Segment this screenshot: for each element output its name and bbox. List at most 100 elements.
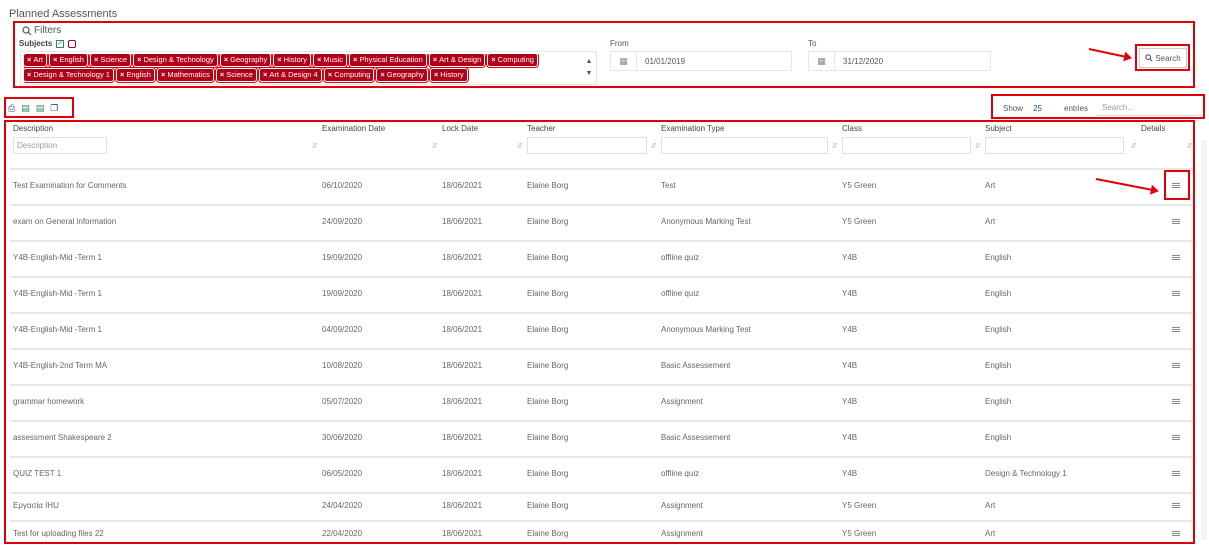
details-menu-icon[interactable] [1172, 399, 1180, 404]
remove-tag-icon[interactable]: × [120, 70, 124, 79]
sort-icon[interactable]: ⇵ [517, 142, 523, 150]
remove-tag-icon[interactable]: × [277, 55, 281, 64]
teacher-filter-input[interactable] [527, 137, 647, 154]
subject-tag[interactable]: × Geography [218, 54, 273, 68]
cell-lock-date: 18/06/2021 [442, 469, 483, 478]
subject-tag[interactable]: × Art [24, 54, 48, 68]
select-all-check-icon[interactable]: ✓ [56, 39, 65, 48]
cell-class: Y4B [842, 253, 858, 262]
subject-tag[interactable]: × English [114, 67, 156, 83]
remove-tag-icon[interactable]: × [27, 55, 31, 64]
examination-type-filter-input[interactable] [661, 137, 828, 154]
details-menu-icon[interactable] [1172, 503, 1180, 508]
col-header-teacher[interactable]: Teacher [527, 124, 555, 133]
from-date-field[interactable]: ▦ 01/01/2019 [610, 51, 792, 71]
sort-icon[interactable]: ⇵ [832, 142, 838, 150]
subject-tag-label: English [126, 70, 151, 79]
remove-tag-icon[interactable]: × [434, 70, 438, 79]
description-filter-input[interactable]: Description [13, 137, 107, 154]
tags-scroll[interactable]: ▲ ▼ [584, 56, 594, 82]
search-button[interactable]: Search [1139, 48, 1187, 68]
calendar-icon[interactable]: ▦ [809, 52, 835, 70]
subject-tag[interactable]: × Science [88, 54, 133, 68]
subject-tag[interactable]: × Art & Design 4 [257, 67, 323, 83]
col-header-examination-date[interactable]: Examination Date [322, 124, 385, 133]
subject-tag-label: Geography [386, 70, 424, 79]
cell-subject: Art [985, 181, 996, 190]
cell-examination-date: 24/04/2020 [322, 501, 363, 510]
subject-tag[interactable]: × Geography [375, 67, 429, 83]
details-menu-icon[interactable] [1172, 291, 1180, 296]
subject-tag[interactable]: × History [272, 54, 313, 68]
sort-icon[interactable]: ⇵ [1131, 142, 1137, 150]
remove-tag-icon[interactable]: × [224, 55, 228, 64]
col-header-examination-type[interactable]: Examination Type [661, 124, 724, 133]
remove-tag-icon[interactable]: × [433, 55, 437, 64]
chevron-up-icon[interactable]: ▲ [584, 56, 594, 68]
subject-filter-input[interactable] [985, 137, 1124, 154]
subject-tag-label: Art & Design [439, 55, 482, 64]
subject-tag[interactable]: × Computing [486, 54, 539, 68]
details-menu-icon[interactable] [1172, 363, 1180, 368]
subject-tag[interactable]: × Mathematics [155, 67, 215, 83]
subject-tag[interactable]: × English [47, 54, 89, 68]
cell-description: Test for uploading files 22 [13, 529, 104, 538]
remove-tag-icon[interactable]: × [353, 55, 357, 64]
col-header-description[interactable]: Description [13, 124, 53, 133]
remove-tag-icon[interactable]: × [94, 55, 98, 64]
remove-tag-icon[interactable]: × [161, 70, 165, 79]
remove-tag-icon[interactable]: × [380, 70, 384, 79]
sort-icon[interactable]: ⇵ [651, 142, 657, 150]
excel-icon[interactable]: ▤ [21, 103, 30, 114]
details-menu-icon[interactable] [1172, 327, 1180, 332]
calendar-icon[interactable]: ▦ [611, 52, 637, 70]
remove-tag-icon[interactable]: × [53, 55, 57, 64]
remove-tag-icon[interactable]: × [317, 55, 321, 64]
csv-icon[interactable]: ▤ [36, 103, 45, 114]
sort-icon[interactable]: ⇵ [975, 142, 981, 150]
from-date-value: 01/01/2019 [645, 56, 686, 66]
col-header-details: Details [1141, 124, 1166, 133]
cell-description: assessment Shakespeare 2 [13, 433, 112, 442]
details-menu-icon[interactable] [1172, 435, 1180, 440]
subject-tag[interactable]: × Music [312, 54, 348, 68]
remove-tag-icon[interactable]: × [27, 70, 31, 79]
details-menu-icon[interactable] [1172, 255, 1180, 260]
subject-tag[interactable]: × Design & Technology [132, 54, 219, 68]
sort-icon[interactable]: ⇵ [1187, 142, 1193, 150]
subject-tag[interactable]: × History [428, 67, 469, 83]
remove-tag-icon[interactable]: × [263, 70, 267, 79]
subject-tag[interactable]: × Art & Design [427, 54, 487, 68]
table-search-input[interactable]: Search... [1096, 100, 1202, 116]
sort-icon[interactable]: ⇵ [432, 142, 438, 150]
subject-tag[interactable]: × Physical Education [348, 54, 428, 68]
class-filter-input[interactable] [842, 137, 971, 154]
cell-subject: Art [985, 501, 996, 510]
details-menu-icon[interactable] [1172, 471, 1180, 476]
row-divider [10, 384, 1193, 386]
col-header-lock-date[interactable]: Lock Date [442, 124, 478, 133]
sort-icon[interactable]: ⇵ [312, 142, 318, 150]
remove-tag-icon[interactable]: × [491, 55, 495, 64]
to-date-field[interactable]: ▦ 31/12/2020 [808, 51, 991, 71]
details-menu-icon[interactable] [1172, 219, 1180, 224]
deselect-all-icon[interactable] [68, 39, 77, 48]
filters-header[interactable]: Filters [22, 25, 61, 36]
subjects-multiselect[interactable]: × Art × English × Science × Design & Technology… [20, 51, 597, 85]
col-header-class[interactable]: Class [842, 124, 862, 133]
subject-tag[interactable]: × Design & Technology 1 [24, 67, 115, 83]
subject-tag[interactable]: × Computing [322, 67, 376, 83]
remove-tag-icon[interactable]: × [137, 55, 141, 64]
entries-select[interactable]: 25 [1033, 104, 1042, 113]
copy-icon[interactable]: ❐ [50, 103, 58, 114]
remove-tag-icon[interactable]: × [328, 70, 332, 79]
col-header-subject[interactable]: Subject [985, 124, 1012, 133]
details-menu-icon[interactable] [1172, 531, 1180, 536]
remove-tag-icon[interactable]: × [220, 70, 224, 79]
chevron-down-icon[interactable]: ▼ [584, 68, 594, 80]
subject-tag[interactable]: × Science [214, 67, 258, 83]
print-icon[interactable]: ⎙ [8, 103, 15, 114]
row-divider [10, 168, 1193, 170]
table-scrollbar[interactable] [1201, 140, 1207, 540]
cell-teacher: Elaine Borg [527, 361, 569, 370]
